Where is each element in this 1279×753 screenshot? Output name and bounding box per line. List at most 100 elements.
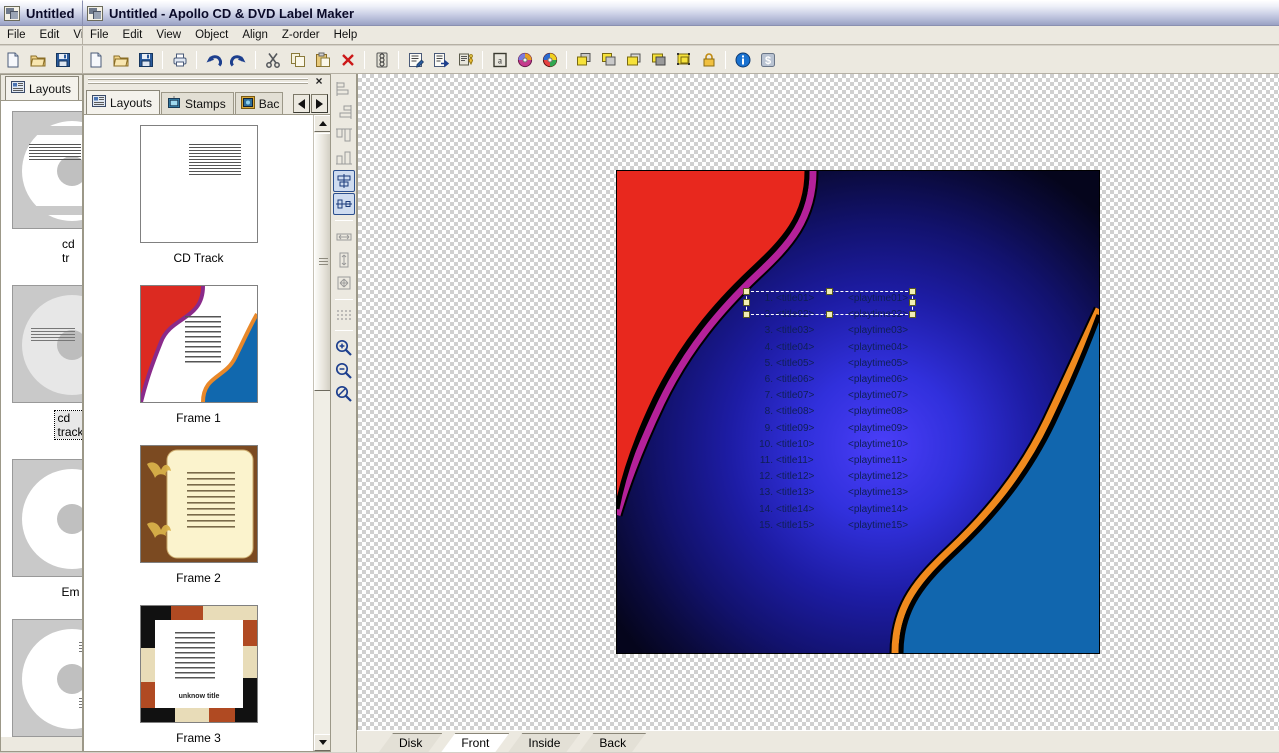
bring-forward-icon[interactable] (622, 49, 645, 71)
export-icon[interactable] (429, 49, 452, 71)
redo-icon[interactable] (227, 49, 250, 71)
close-icon[interactable]: × (312, 75, 326, 89)
track-row[interactable]: 4. <title04> <playtime04> (747, 340, 967, 356)
color-disc-icon[interactable] (538, 49, 561, 71)
track-row[interactable]: 6. <title06> <playtime06> (747, 372, 967, 388)
tab-back[interactable]: Back (579, 733, 646, 752)
tab-inside[interactable]: Inside (508, 733, 580, 752)
effects-icon[interactable] (454, 49, 477, 71)
save-icon[interactable] (134, 49, 157, 71)
align-top-icon[interactable] (333, 124, 355, 146)
resize-handle-se[interactable] (909, 311, 916, 318)
zoom-out-icon[interactable] (333, 359, 355, 381)
scroll-up-button[interactable] (314, 115, 330, 132)
menu-item-help[interactable]: Help (327, 27, 365, 43)
open-icon[interactable] (26, 49, 49, 71)
menu-item-file[interactable]: File (0, 27, 33, 43)
track-row[interactable]: 3. <title03> <playtime03> (747, 323, 967, 339)
resize-handle-s[interactable] (826, 311, 833, 318)
group-icon[interactable] (672, 49, 695, 71)
buy-icon[interactable]: $ (756, 49, 779, 71)
menu-item-z-order[interactable]: Z-order (275, 27, 327, 43)
main-window-titlebar[interactable]: Untitled - Apollo CD & DVD Label Maker (83, 0, 1279, 26)
track-row[interactable]: 5. <title05> <playtime05> (747, 356, 967, 372)
track-row[interactable]: 13. <title13> <playtime13> (747, 485, 967, 501)
resize-handle-sw[interactable] (743, 311, 750, 318)
tab-layouts[interactable]: Layouts (86, 90, 160, 114)
delete-icon[interactable] (336, 49, 359, 71)
menu-item-view[interactable]: View (149, 27, 188, 43)
menu-item-edit[interactable]: Edit (33, 27, 67, 43)
text-frame-icon[interactable]: a (488, 49, 511, 71)
menu-item-file[interactable]: File (83, 27, 116, 43)
align-left-icon[interactable] (333, 78, 355, 100)
align-right-icon[interactable] (333, 101, 355, 123)
track-row[interactable]: 14. <title14> <playtime14> (747, 502, 967, 518)
resize-handle-nw[interactable] (743, 288, 750, 295)
save-icon[interactable] (51, 49, 74, 71)
menu-item-edit[interactable]: Edit (116, 27, 150, 43)
zoom-in-icon[interactable] (333, 336, 355, 358)
track-row[interactable]: 7. <title07> <playtime07> (747, 388, 967, 404)
paste-icon[interactable] (311, 49, 334, 71)
selection-box[interactable] (746, 291, 913, 315)
list-item[interactable]: cd track (1, 271, 82, 445)
track-row[interactable]: 8. <title08> <playtime08> (747, 404, 967, 420)
tab-front[interactable]: Front (441, 733, 509, 752)
center-vertical-icon[interactable] (333, 193, 355, 215)
scrollbar-thumb[interactable] (314, 133, 330, 391)
list-item[interactable]: unknow title Frame 3 (84, 591, 313, 751)
panel-grip[interactable]: × (84, 75, 330, 89)
edit-text-icon[interactable] (404, 49, 427, 71)
background-thumbnail-list[interactable]: cd tr cd track (1, 101, 82, 737)
send-back-icon[interactable] (597, 49, 620, 71)
disc-icon[interactable] (513, 49, 536, 71)
list-item[interactable]: Frame 2 (84, 431, 313, 591)
resize-handle-e[interactable] (909, 299, 916, 306)
layouts-scrollbar[interactable] (313, 115, 330, 751)
print-icon[interactable] (168, 49, 191, 71)
list-item[interactable]: Em (1, 445, 82, 605)
resize-handle-w[interactable] (743, 299, 750, 306)
tab-backgrounds[interactable]: Bac (235, 92, 283, 114)
resize-handle-n[interactable] (826, 288, 833, 295)
lock-icon[interactable] (697, 49, 720, 71)
chevron-left-icon[interactable] (293, 94, 310, 113)
new-icon[interactable] (84, 49, 107, 71)
send-backward-icon[interactable] (647, 49, 670, 71)
background-window-titlebar[interactable]: Untitled (0, 0, 83, 26)
copy-icon[interactable] (286, 49, 309, 71)
menu-item-view[interactable]: View (66, 27, 83, 43)
align-bottom-icon[interactable] (333, 147, 355, 169)
open-icon[interactable] (109, 49, 132, 71)
menu-item-align[interactable]: Align (235, 27, 275, 43)
track-row[interactable]: 10. <title10> <playtime10> (747, 437, 967, 453)
info-icon[interactable] (731, 49, 754, 71)
same-size-icon[interactable] (333, 272, 355, 294)
same-height-icon[interactable] (333, 249, 355, 271)
list-item[interactable]: CD Track (84, 115, 313, 271)
cut-icon[interactable] (261, 49, 284, 71)
chevron-right-icon[interactable] (311, 94, 328, 113)
layouts-thumbnail-list[interactable]: CD Track (84, 115, 330, 751)
tab-stamps[interactable]: Stamps (161, 92, 234, 114)
track-row[interactable]: 15. <title15> <playtime15> (747, 518, 967, 534)
same-width-icon[interactable] (333, 226, 355, 248)
track-row[interactable]: 11. <title11> <playtime11> (747, 453, 967, 469)
list-item[interactable]: Horizont (1, 605, 82, 737)
list-item[interactable]: Frame 1 (84, 271, 313, 431)
new-icon[interactable] (1, 49, 24, 71)
track-row[interactable]: 12. <title12> <playtime12> (747, 469, 967, 485)
zoom-reset-icon[interactable] (333, 382, 355, 404)
center-horizontal-icon[interactable] (333, 170, 355, 192)
track-list[interactable]: 1. <title01> <playtime01> 2. <title02> <… (747, 291, 967, 534)
list-item[interactable]: cd tr (1, 101, 82, 271)
track-row[interactable]: 9. <title09> <playtime09> (747, 421, 967, 437)
tab-disk[interactable]: Disk (379, 733, 442, 752)
canvas-workspace[interactable]: 1. <title01> <playtime01> 2. <title02> <… (357, 74, 1279, 730)
grid-icon[interactable] (333, 305, 355, 327)
tab-layouts-bg[interactable]: Layouts (5, 76, 79, 100)
label-canvas[interactable]: 1. <title01> <playtime01> 2. <title02> <… (616, 170, 1100, 654)
barcode-icon[interactable] (370, 49, 393, 71)
scroll-down-button[interactable] (314, 734, 330, 751)
